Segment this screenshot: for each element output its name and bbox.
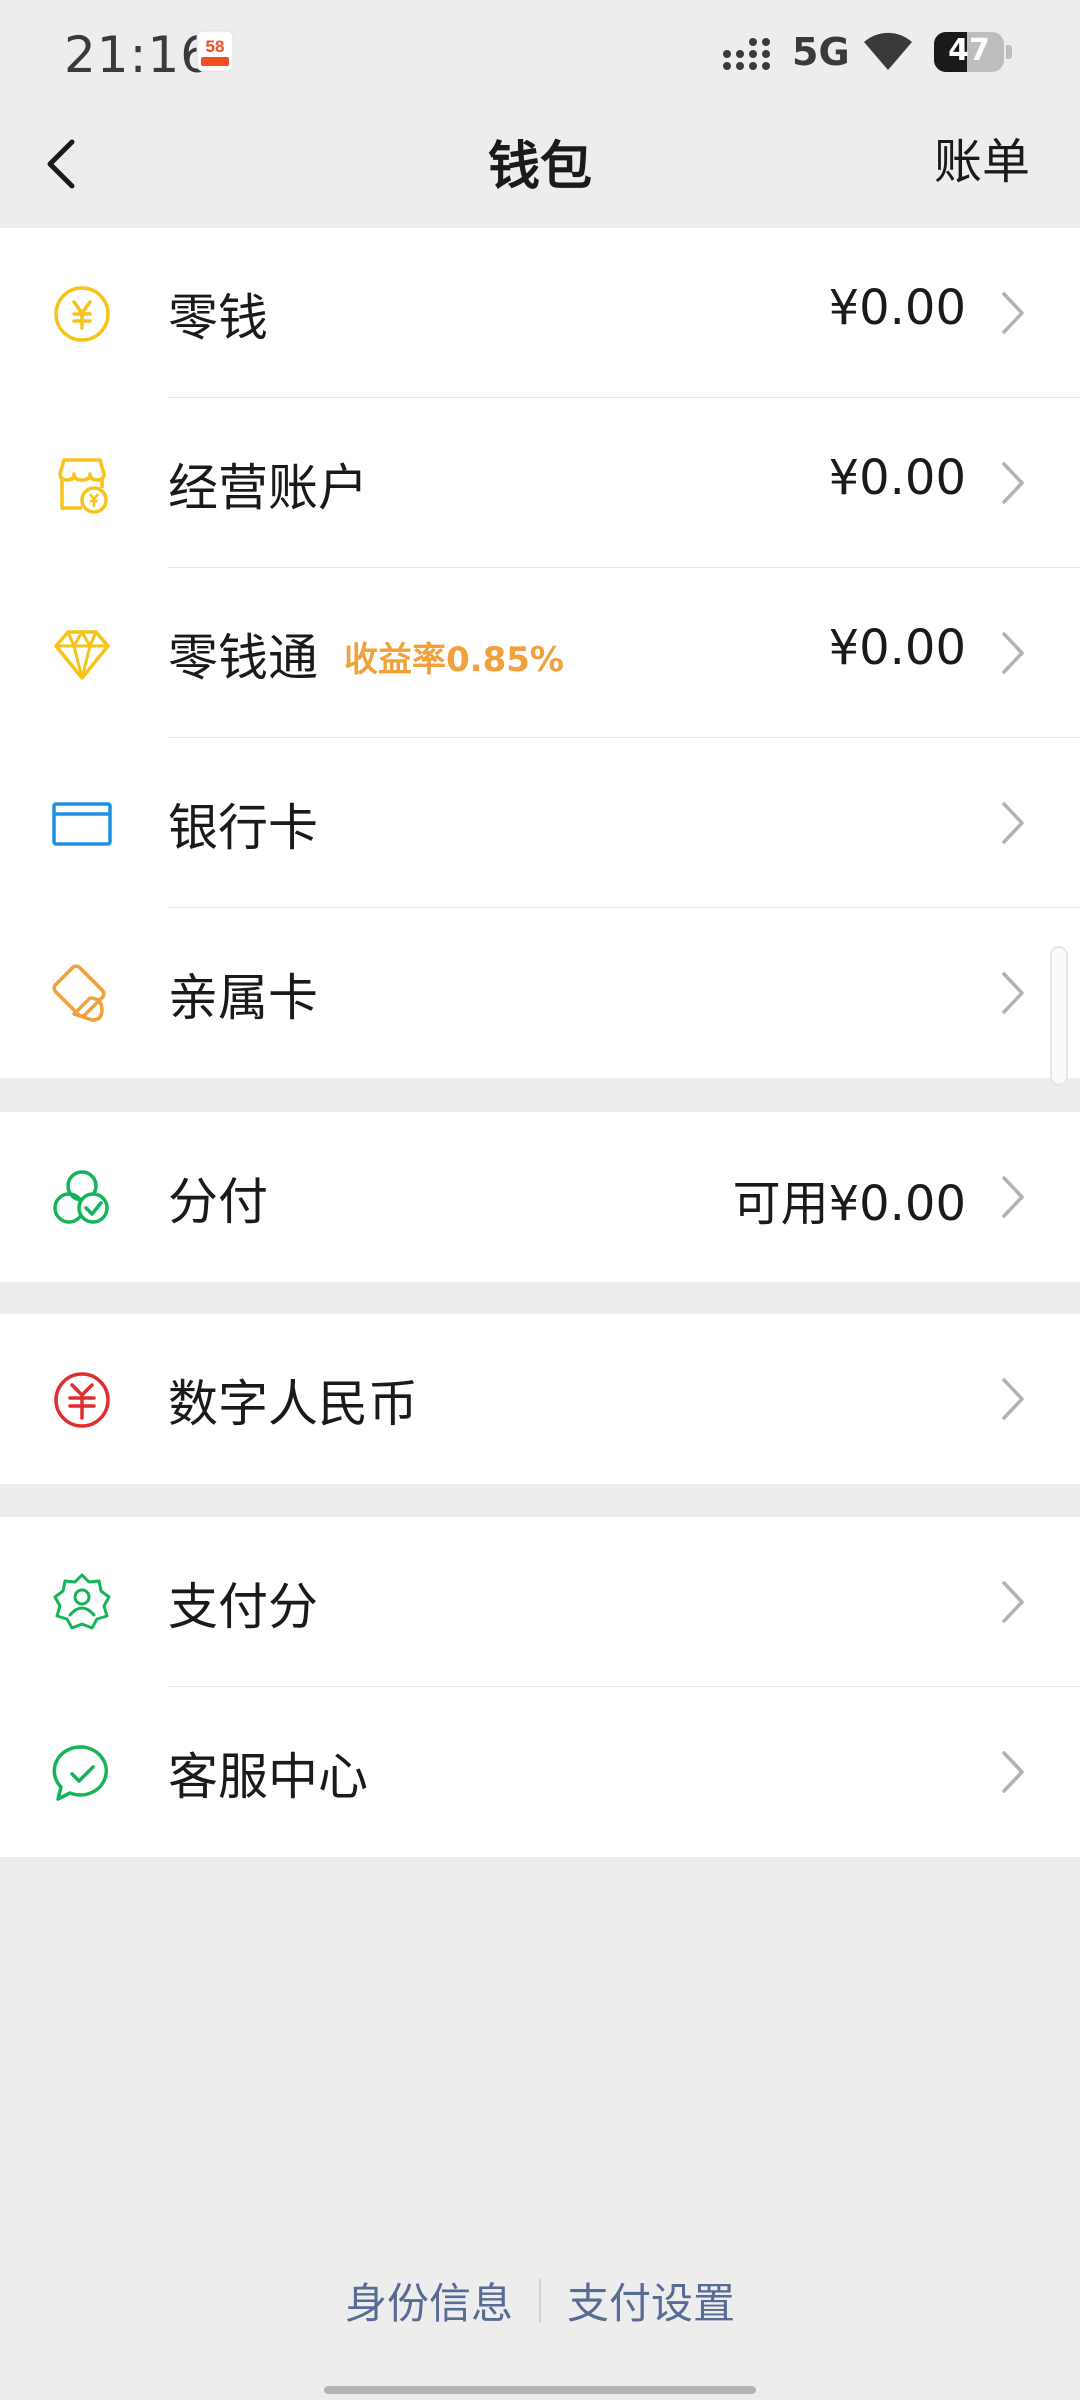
- wallet-row-label: 亲属卡: [168, 969, 318, 1027]
- app-notification-icon: 58: [196, 30, 234, 72]
- wallet-row-label: 零钱: [168, 289, 268, 347]
- wallet-row-customer-service[interactable]: 客服中心: [0, 1687, 1080, 1857]
- customer-service-icon: [52, 1745, 108, 1801]
- chevron-right-icon: [1002, 462, 1024, 504]
- family-card-icon: [52, 964, 106, 1022]
- fenfu-group: 分付 可用¥0.00: [0, 1112, 1080, 1282]
- status-time: 21:16: [64, 26, 214, 84]
- wallet-row-family-card[interactable]: 亲属卡: [0, 908, 1080, 1078]
- nav-header: 钱包 账单: [0, 108, 1080, 228]
- wallet-row-value: ¥0.00: [828, 450, 966, 506]
- wallet-row-pay-score[interactable]: 支付分: [0, 1517, 1080, 1687]
- yield-rate-tag: 收益率0.85%: [344, 640, 564, 680]
- pay-score-icon: [53, 1573, 111, 1630]
- fenfu-icon: [53, 1170, 109, 1224]
- chevron-right-icon: [1002, 1176, 1024, 1218]
- wallet-row-label: 支付分: [168, 1578, 318, 1636]
- bank-card-icon: [52, 802, 112, 846]
- wallet-row-digital-rmb[interactable]: 数字人民币: [0, 1314, 1080, 1484]
- service-group: 支付分 客服中心: [0, 1517, 1080, 1857]
- chevron-right-icon: [1002, 1751, 1024, 1793]
- yuan-coin-icon: [54, 286, 110, 342]
- payment-settings-link[interactable]: 支付设置: [567, 2270, 735, 2331]
- diamond-icon: [54, 630, 110, 680]
- chevron-right-icon: [1002, 292, 1024, 334]
- wifi-icon: [864, 32, 912, 70]
- footer-divider: [539, 2278, 541, 2323]
- scrollbar[interactable]: [1050, 946, 1068, 1086]
- wallet-row-label: 分付: [168, 1173, 268, 1231]
- wallet-row-label: 经营账户: [168, 459, 368, 517]
- wallet-row-fenfu[interactable]: 分付 可用¥0.00: [0, 1112, 1080, 1282]
- digital-rmb-icon: [54, 1372, 110, 1428]
- back-arrow-icon[interactable]: [34, 124, 94, 204]
- status-bar: 21:16 58 5G 47: [0, 0, 1080, 108]
- chevron-right-icon: [1002, 802, 1024, 844]
- wallet-row-business-account[interactable]: 经营账户 ¥0.00: [0, 398, 1080, 568]
- chevron-right-icon: [1002, 972, 1024, 1014]
- battery-level: 47: [948, 33, 990, 68]
- chevron-right-icon: [1002, 1378, 1024, 1420]
- page-title: 钱包: [487, 137, 592, 197]
- home-indicator[interactable]: [324, 2386, 756, 2394]
- wallet-row-change[interactable]: 零钱 ¥0.00: [0, 228, 1080, 398]
- wallet-row-value: ¥0.00: [828, 620, 966, 676]
- shop-account-icon: [58, 458, 108, 514]
- wallet-row-lingqiantong[interactable]: 零钱通 收益率0.85% ¥0.00: [0, 568, 1080, 738]
- battery-icon: 47: [934, 32, 1012, 72]
- wallet-row-label: 数字人民币: [168, 1375, 418, 1433]
- wallet-row-label: 客服中心: [168, 1748, 368, 1806]
- network-type: 5G: [792, 30, 850, 74]
- app-notification-badge-text: 58: [206, 37, 225, 56]
- bill-button[interactable]: 账单: [934, 122, 1030, 192]
- wallet-row-label: 银行卡: [168, 799, 318, 857]
- chevron-right-icon: [1002, 1581, 1024, 1623]
- wallet-row-value: 可用¥0.00: [732, 1176, 966, 1232]
- wallet-row-value: ¥0.00: [828, 280, 966, 336]
- footer-links: 身份信息 支付设置: [0, 2270, 1080, 2330]
- identity-info-link[interactable]: 身份信息: [345, 2270, 513, 2331]
- chevron-right-icon: [1002, 632, 1024, 674]
- digital-rmb-group: 数字人民币: [0, 1314, 1080, 1484]
- wallet-row-label: 零钱通: [168, 629, 318, 687]
- wallet-row-bank-card[interactable]: 银行卡: [0, 738, 1080, 908]
- wallet-balance-group: 零钱 ¥0.00 经营账户 ¥0.00 零钱通 收益率0.85% ¥0.00 银…: [0, 228, 1080, 1078]
- cell-signal-icon: [723, 38, 770, 70]
